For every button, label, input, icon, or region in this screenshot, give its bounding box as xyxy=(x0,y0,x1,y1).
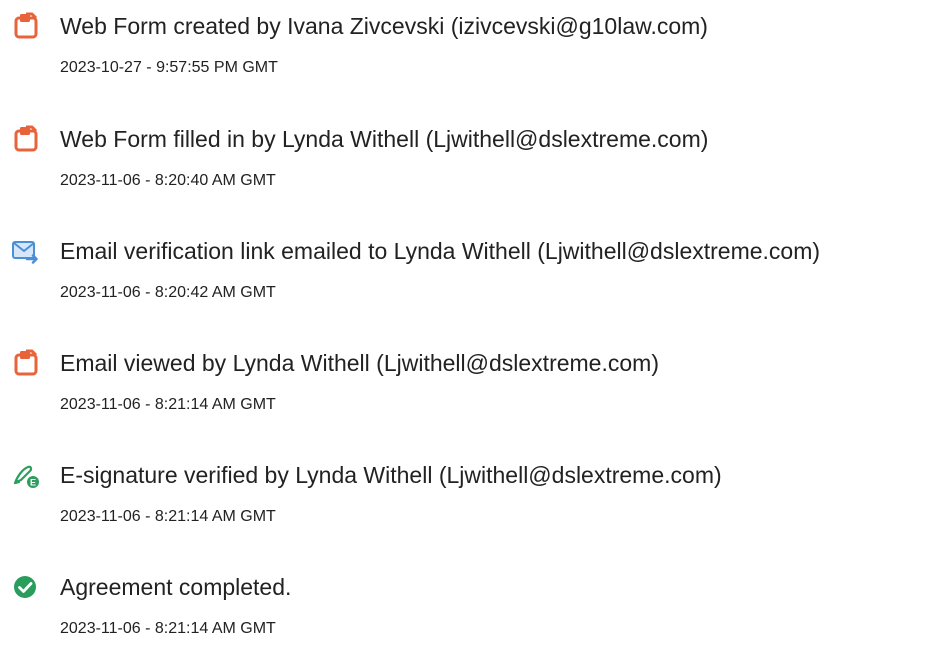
audit-event-web-form-created: Web Form created by Ivana Zivcevski (izi… xyxy=(12,10,941,90)
audit-event-verification-emailed: Email verification link emailed to Lynda… xyxy=(12,235,941,315)
event-timestamp: 2023-11-06 - 8:21:14 AM GMT xyxy=(60,508,276,525)
event-title: Web Form created by Ivana Zivcevski (izi… xyxy=(60,13,708,39)
event-timestamp: 2023-11-06 - 8:21:14 AM GMT xyxy=(60,396,276,413)
document-create-icon xyxy=(12,12,40,40)
event-timestamp: 2023-11-06 - 8:21:14 AM GMT xyxy=(60,620,276,637)
email-send-icon xyxy=(12,237,40,265)
svg-text:E: E xyxy=(30,478,36,488)
event-title: Agreement completed. xyxy=(60,574,292,600)
e-signature-icon: E xyxy=(12,461,40,489)
event-title: Web Form filled in by Lynda Withell (Ljw… xyxy=(60,126,709,152)
event-timestamp: 2023-11-06 - 8:20:40 AM GMT xyxy=(60,172,276,189)
audit-event-email-viewed: Email viewed by Lynda Withell (Ljwithell… xyxy=(12,347,941,427)
audit-event-esignature-verified: E E-signature verified by Lynda Withell … xyxy=(12,459,941,539)
event-timestamp: 2023-11-06 - 8:20:42 AM GMT xyxy=(60,284,276,301)
audit-event-agreement-completed: Agreement completed. 2023-11-06 - 8:21:1… xyxy=(12,571,941,651)
audit-event-web-form-filled: Web Form filled in by Lynda Withell (Ljw… xyxy=(12,123,941,203)
document-create-icon xyxy=(12,349,40,377)
event-title: E-signature verified by Lynda Withell (L… xyxy=(60,462,722,488)
event-title: Email verification link emailed to Lynda… xyxy=(60,238,821,264)
check-circle-icon xyxy=(12,573,40,601)
event-timestamp: 2023-10-27 - 9:57:55 PM GMT xyxy=(60,59,278,76)
document-create-icon xyxy=(12,125,40,153)
event-title: Email viewed by Lynda Withell (Ljwithell… xyxy=(60,350,659,376)
